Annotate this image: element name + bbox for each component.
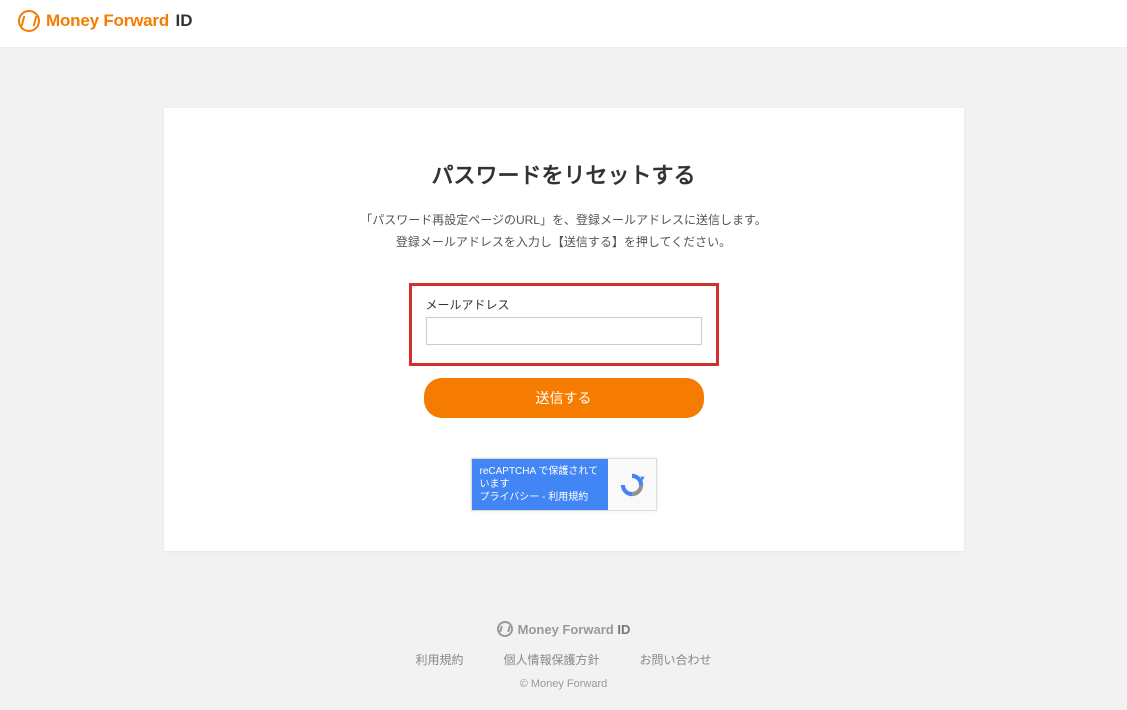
email-input[interactable] <box>426 317 702 345</box>
footer-logo-icon <box>497 621 513 637</box>
email-field-highlight: メールアドレス <box>409 283 719 366</box>
header: Money Forward ID <box>0 0 1127 48</box>
recaptcha-privacy-link[interactable]: プライバシー <box>480 492 540 503</box>
footer: Money Forward ID 利用規約 個人情報保護方針 お問い合わせ © … <box>0 591 1127 710</box>
recaptcha-protected: reCAPTCHA で保護されています <box>480 465 600 491</box>
recaptcha-text: reCAPTCHA で保護されています プライバシー - 利用規約 <box>472 459 608 510</box>
recaptcha-sep: - <box>539 492 548 503</box>
brand-logo-link[interactable]: Money Forward ID <box>18 10 192 32</box>
brand-name: Money Forward <box>46 11 169 30</box>
main: パスワードをリセットする 「パスワード再設定ページのURL」を、登録メールアドレ… <box>0 48 1127 591</box>
page-title: パスワードをリセットする <box>204 158 924 190</box>
recaptcha-icon-wrap <box>608 459 656 510</box>
copyright: © Money Forward <box>0 678 1127 690</box>
reset-card: パスワードをリセットする 「パスワード再設定ページのURL」を、登録メールアドレ… <box>164 108 964 551</box>
desc-line-1: 「パスワード再設定ページのURL」を、登録メールアドレスに送信します。 <box>204 210 924 232</box>
footer-terms-link[interactable]: 利用規約 <box>415 651 463 668</box>
footer-suffix: ID <box>617 622 630 637</box>
recaptcha-icon <box>618 471 646 499</box>
desc-line-2: 登録メールアドレスを入力し【送信する】を押してください。 <box>204 232 924 254</box>
footer-brand: Money Forward <box>518 622 614 637</box>
recaptcha-terms-link[interactable]: 利用規約 <box>548 492 588 503</box>
page-description: 「パスワード再設定ページのURL」を、登録メールアドレスに送信します。 登録メー… <box>204 210 924 253</box>
footer-logo: Money Forward ID <box>497 621 631 637</box>
brand-logo-icon <box>18 10 40 32</box>
email-label: メールアドレス <box>426 296 702 313</box>
footer-privacy-link[interactable]: 個人情報保護方針 <box>503 651 599 668</box>
brand-suffix: ID <box>175 11 192 30</box>
recaptcha-badge: reCAPTCHA で保護されています プライバシー - 利用規約 <box>471 458 657 511</box>
submit-button[interactable]: 送信する <box>424 378 704 418</box>
footer-contact-link[interactable]: お問い合わせ <box>640 651 712 668</box>
footer-links: 利用規約 個人情報保護方針 お問い合わせ <box>0 651 1127 668</box>
